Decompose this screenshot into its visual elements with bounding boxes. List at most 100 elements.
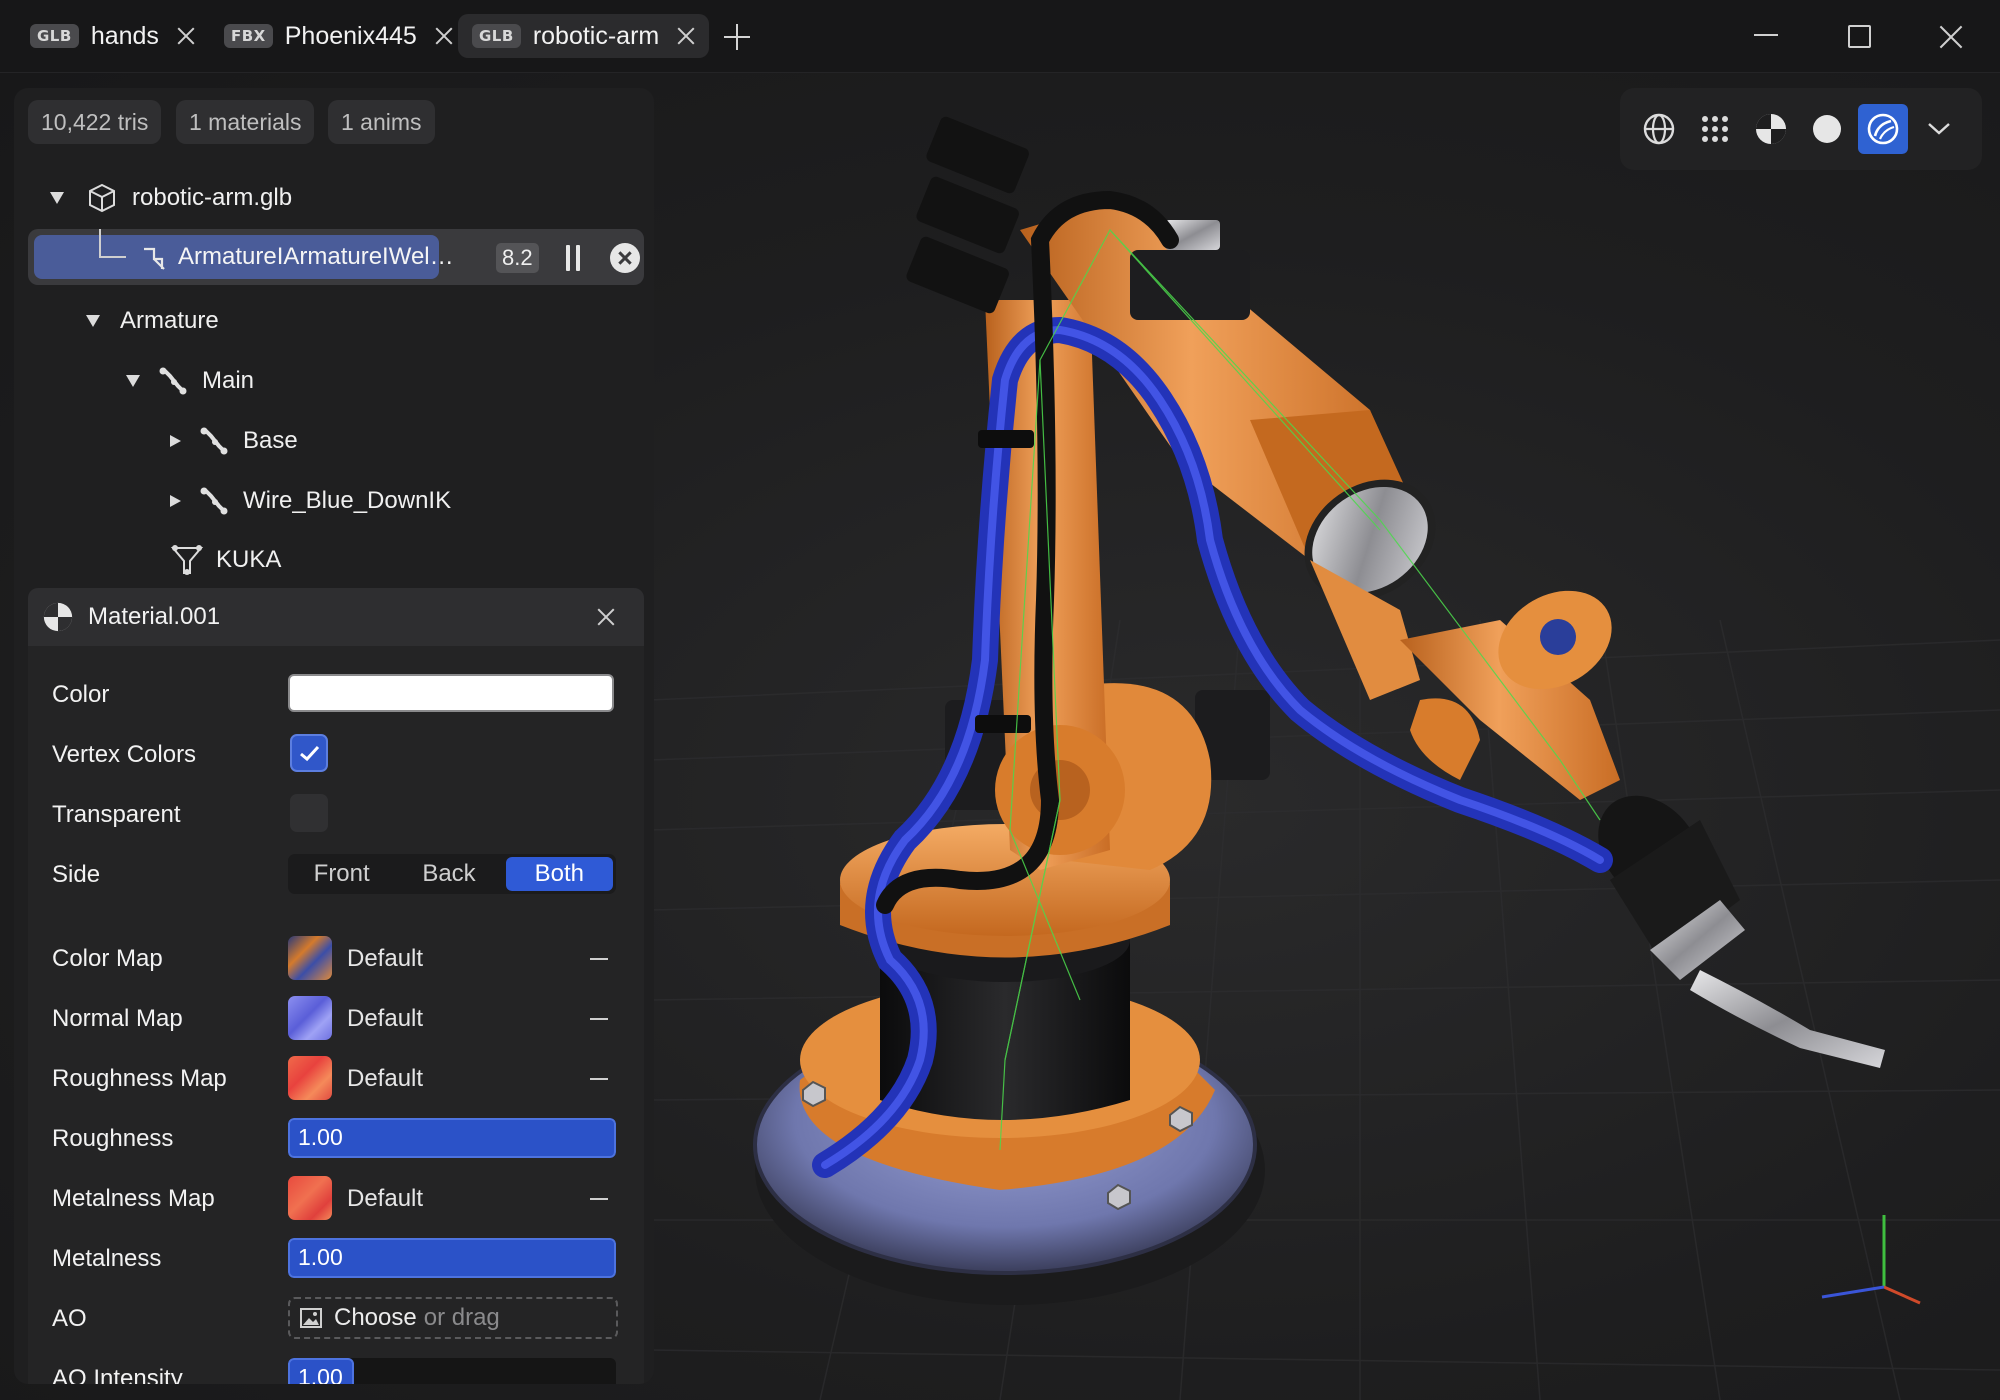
roughness-value: 1.00 bbox=[298, 1124, 343, 1150]
mesh-icon bbox=[170, 545, 204, 575]
metalness-value: 1.00 bbox=[298, 1244, 343, 1270]
metalness-slider[interactable]: 1.00 bbox=[288, 1238, 616, 1278]
tree-node-main[interactable]: Main bbox=[126, 361, 254, 401]
tree-connector bbox=[99, 229, 126, 258]
tab-label: robotic-arm bbox=[532, 21, 660, 50]
metalness-map-label: Metalness Map bbox=[52, 1185, 215, 1212]
animation-name: ArmatureIArmatureIWel… bbox=[178, 243, 454, 270]
close-icon[interactable] bbox=[173, 23, 199, 49]
normal-map-value: Default bbox=[347, 1005, 424, 1032]
tab-hands[interactable]: GLB hands bbox=[16, 14, 209, 58]
tab-robotic-arm[interactable]: GLB robotic-arm bbox=[458, 14, 710, 58]
image-icon bbox=[300, 1308, 322, 1328]
clear-roughness-map-button[interactable] bbox=[590, 1078, 608, 1080]
tris-count: 10,422 tris bbox=[28, 100, 162, 144]
ao-intensity-slider[interactable]: 1.00 bbox=[288, 1358, 616, 1384]
globe-icon[interactable] bbox=[1634, 104, 1684, 154]
roughness-map-value: Default bbox=[347, 1065, 424, 1092]
tree-node-label: Wire_Blue_DownIK bbox=[243, 487, 452, 514]
window-close-button[interactable] bbox=[1936, 22, 1966, 52]
side-label: Side bbox=[52, 861, 101, 888]
checkmark-icon bbox=[300, 745, 320, 762]
material-header: Material.001 bbox=[28, 588, 644, 646]
env-sphere-icon[interactable] bbox=[1858, 104, 1908, 154]
close-icon[interactable] bbox=[431, 23, 457, 49]
metalness-label: Metalness bbox=[52, 1245, 162, 1272]
transparent-checkbox[interactable] bbox=[290, 794, 328, 832]
roughness-map-thumbnail[interactable] bbox=[288, 1056, 332, 1100]
bone-icon bbox=[200, 487, 228, 515]
ao-label: AO bbox=[52, 1305, 87, 1332]
viewport-toolbar bbox=[1620, 88, 1982, 170]
material-icon[interactable] bbox=[1746, 104, 1796, 154]
ao-dropzone[interactable]: Choose or drag bbox=[288, 1297, 618, 1339]
maximize-button[interactable] bbox=[1848, 25, 1871, 48]
color-map-thumbnail[interactable] bbox=[288, 936, 332, 980]
tree-node-kuka[interactable]: KUKA bbox=[170, 540, 281, 580]
color-map-label: Color Map bbox=[52, 945, 163, 972]
format-badge: GLB bbox=[30, 24, 79, 48]
title-bar: GLB hands FBX Phoenix445 GLB robotic-arm bbox=[0, 0, 2000, 73]
anims-count: 1 anims bbox=[328, 100, 435, 144]
roughness-slider[interactable]: 1.00 bbox=[288, 1118, 616, 1158]
side-selector: Front Back Both bbox=[288, 854, 616, 894]
material-icon bbox=[43, 602, 73, 632]
clear-metalness-map-button[interactable] bbox=[590, 1198, 608, 1200]
vertex-colors-label: Vertex Colors bbox=[52, 741, 197, 768]
pause-icon[interactable] bbox=[564, 245, 582, 271]
animation-time: 8.2 bbox=[496, 243, 539, 273]
tree-node-label: Main bbox=[202, 367, 255, 394]
side-back-option[interactable]: Back bbox=[395, 854, 502, 894]
remove-animation-icon[interactable] bbox=[610, 243, 640, 273]
color-swatch[interactable] bbox=[288, 674, 614, 712]
close-icon[interactable] bbox=[673, 23, 699, 49]
normal-map-thumbnail[interactable] bbox=[288, 996, 332, 1040]
normal-map-label: Normal Map bbox=[52, 1005, 183, 1032]
color-label: Color bbox=[52, 681, 110, 708]
side-both-option[interactable]: Both bbox=[505, 857, 613, 891]
tree-root[interactable]: robotic-arm.glb bbox=[50, 178, 292, 218]
tree-node-wire[interactable]: Wire_Blue_DownIK bbox=[170, 481, 451, 521]
ao-intensity-value: 1.00 bbox=[298, 1364, 343, 1384]
caret-down-icon[interactable] bbox=[86, 315, 100, 327]
bone-icon bbox=[200, 427, 228, 455]
format-badge: FBX bbox=[224, 24, 273, 48]
tree-node-armature[interactable]: Armature bbox=[86, 301, 219, 341]
bone-icon bbox=[159, 367, 187, 395]
vertex-colors-checkbox[interactable] bbox=[290, 734, 328, 772]
clear-color-map-button[interactable] bbox=[590, 958, 608, 960]
caret-right-icon[interactable] bbox=[170, 435, 181, 447]
side-front-option[interactable]: Front bbox=[288, 854, 395, 894]
materials-count: 1 materials bbox=[176, 100, 315, 144]
format-badge: GLB bbox=[472, 24, 521, 48]
tree-node-label: Armature bbox=[120, 307, 219, 334]
tree-root-label: robotic-arm.glb bbox=[132, 184, 293, 211]
scene-panel: 10,422 tris 1 materials 1 anims robotic-… bbox=[14, 88, 654, 1384]
caret-down-icon[interactable] bbox=[126, 375, 140, 387]
chevron-down-icon[interactable] bbox=[1914, 104, 1964, 154]
transparent-label: Transparent bbox=[52, 801, 181, 828]
ao-intensity-label: AO Intensity bbox=[52, 1365, 183, 1384]
tab-phoenix445[interactable]: FBX Phoenix445 bbox=[210, 14, 467, 58]
metalness-map-thumbnail[interactable] bbox=[288, 1176, 332, 1220]
caret-right-icon[interactable] bbox=[170, 495, 181, 507]
clear-normal-map-button[interactable] bbox=[590, 1018, 608, 1020]
color-map-value: Default bbox=[347, 945, 424, 972]
grid-icon[interactable] bbox=[1690, 104, 1740, 154]
animation-row[interactable]: ArmatureIArmatureIWel… 8.2 bbox=[28, 229, 644, 285]
tab-label: Phoenix445 bbox=[284, 21, 417, 50]
ao-choose-text: Choose bbox=[334, 1304, 417, 1331]
tree-node-label: Base bbox=[243, 427, 298, 454]
new-tab-button[interactable] bbox=[722, 22, 752, 52]
solid-sphere-icon[interactable] bbox=[1802, 104, 1852, 154]
animation-icon bbox=[144, 247, 165, 270]
caret-down-icon[interactable] bbox=[50, 192, 64, 204]
ao-drag-text: or drag bbox=[423, 1304, 500, 1331]
roughness-label: Roughness bbox=[52, 1125, 174, 1152]
metalness-map-value: Default bbox=[347, 1185, 424, 1212]
tree-node-label: KUKA bbox=[216, 546, 282, 573]
tree-node-base[interactable]: Base bbox=[170, 421, 298, 461]
cube-icon bbox=[89, 183, 115, 213]
roughness-map-label: Roughness Map bbox=[52, 1065, 227, 1092]
minimize-button[interactable] bbox=[1754, 34, 1778, 36]
